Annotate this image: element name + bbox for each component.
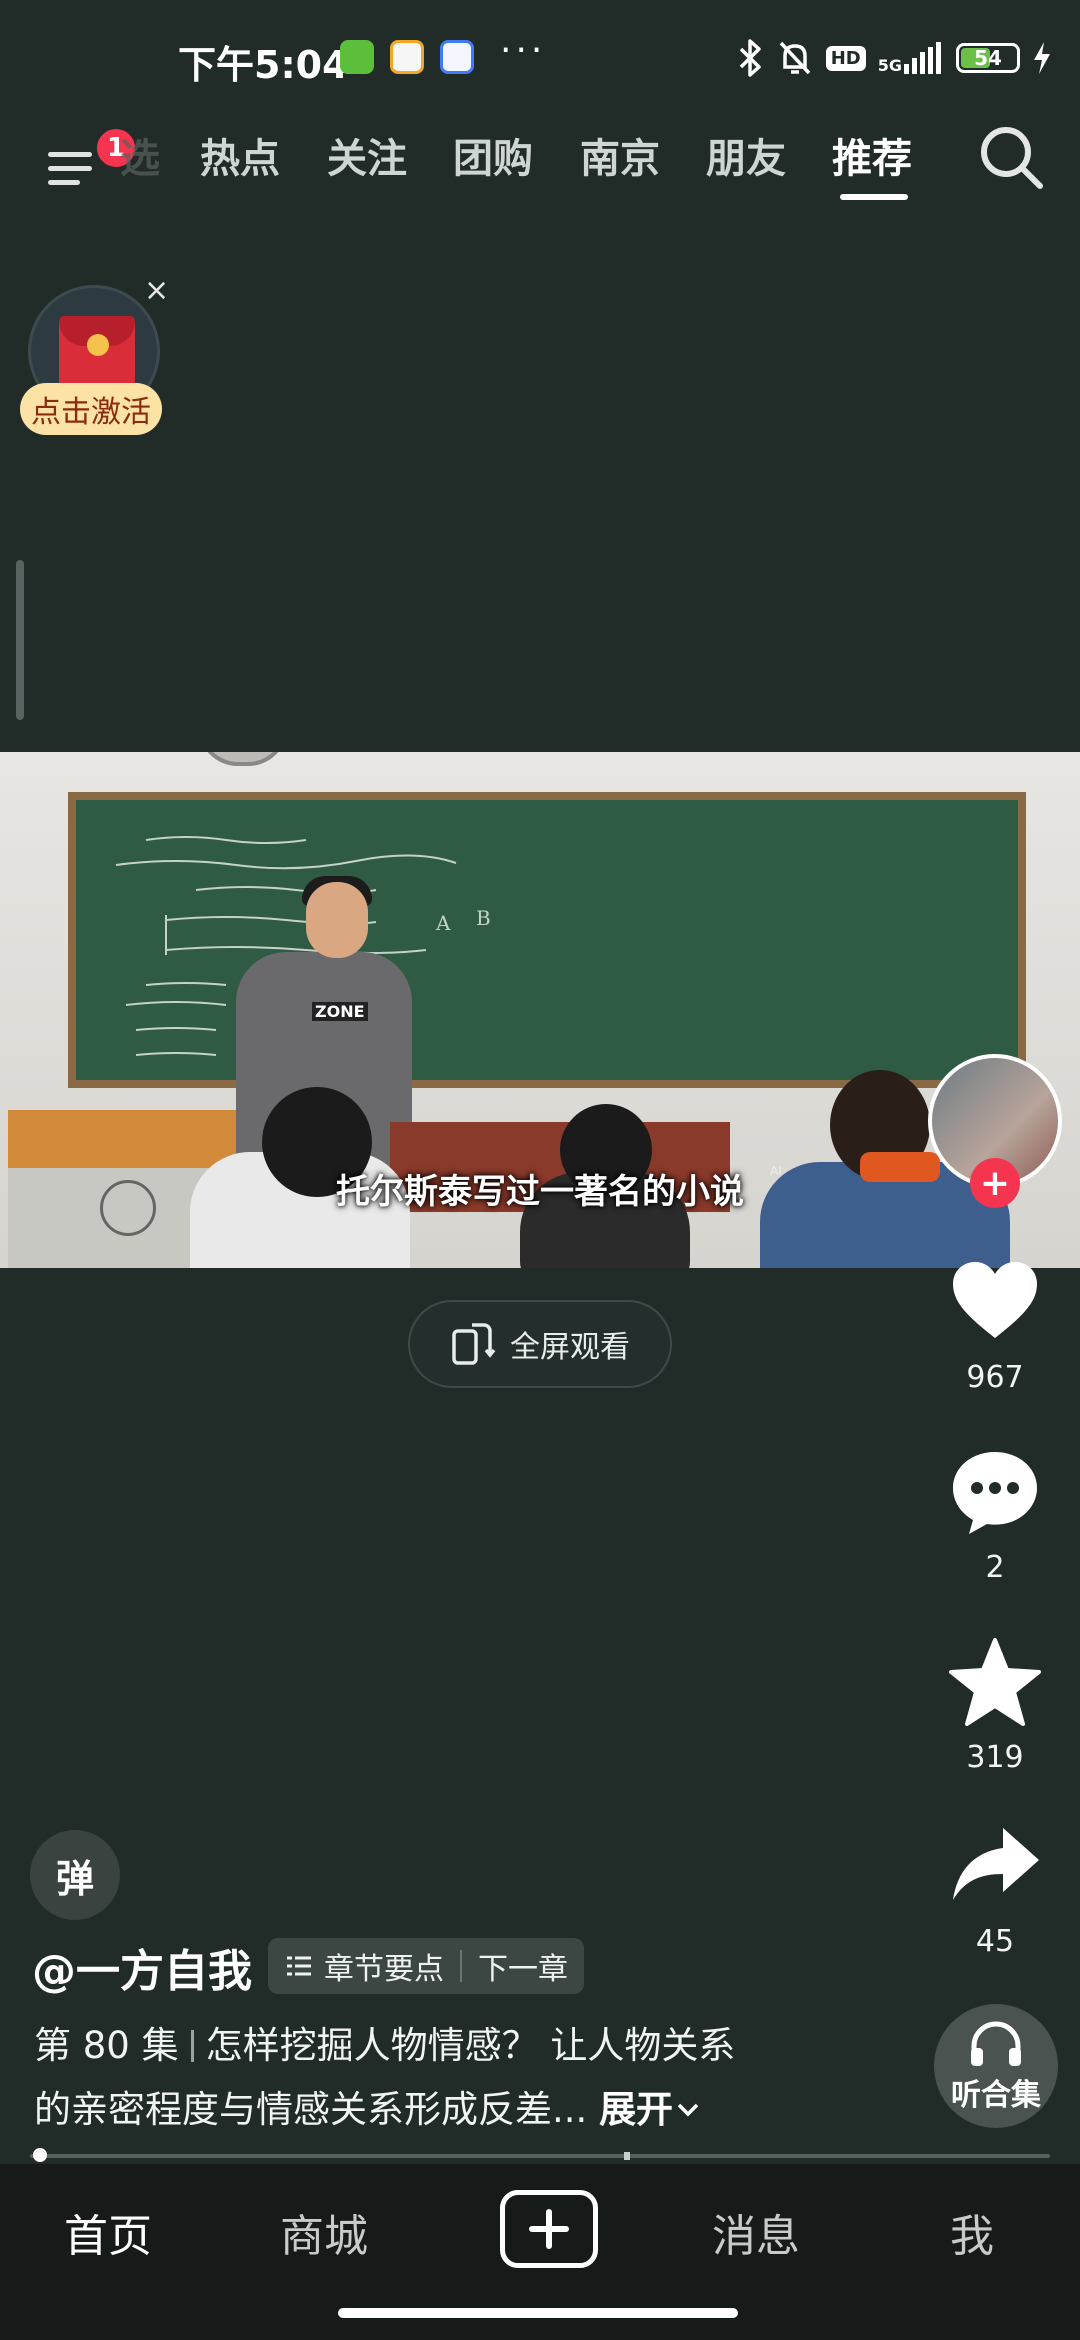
headphones-icon [971,2021,1021,2066]
app-58-icon [390,40,424,74]
chapter-chip: 章节要点 下一章 [268,1938,584,1994]
signal-strength-icon [904,42,941,74]
episode-label: 第 80 集 [34,2024,179,2067]
tab-friends[interactable]: 朋友 [706,126,786,184]
menu-icon-line [48,180,80,185]
favorite-button[interactable]: 319 [940,1634,1050,1775]
tab-mall[interactable]: 商城 [280,2200,368,2264]
chapter-points-button[interactable]: 章节要点 [268,1944,460,1988]
mute-bell-icon [779,41,810,75]
side-scroll-handle[interactable] [16,560,24,720]
share-count: 45 [975,1924,1015,1959]
svg-text:A: A [435,911,451,935]
video-description[interactable]: 第 80 集怎样挖掘人物情感？ 让人物关系 的亲密程度与情感关系形成反差... … [34,2014,854,2142]
author-avatar-wrap[interactable]: + [928,1054,1064,1208]
comment-button[interactable]: 2 [940,1444,1050,1585]
rotate-screen-icon [452,1323,496,1365]
tab-messages[interactable]: 消息 [712,2200,800,2264]
menu-icon-line [48,152,92,157]
tab-recommend[interactable]: 推荐 [832,126,912,184]
search-icon[interactable] [974,120,1050,196]
chapter-points-label: 章节要点 [324,1952,444,1987]
network-type-label: 5G [877,56,902,75]
next-chapter-label: 下一章 [478,1952,568,1987]
like-count: 967 [966,1360,1024,1395]
author-name[interactable]: @一方自我 [32,1935,252,1999]
create-post-button[interactable] [500,2190,598,2268]
red-packet-widget[interactable]: 点击激活 × [20,273,174,450]
shirt-text: ZONE [312,1002,368,1021]
expand-label: 展开 [599,2088,674,2131]
heart-icon [953,1262,1037,1338]
status-bar: 下午5:04 ··· HD 5G 54 [0,0,1080,120]
description-line-1: 怎样挖掘人物情感？ 让人物关系 [205,2024,736,2067]
close-icon[interactable]: × [144,273,169,308]
status-right-group: HD 5G 54 [738,38,1052,78]
video-progress-bar[interactable] [30,2154,1050,2158]
tab-home[interactable]: 首页 [64,2200,152,2264]
plus-icon [529,2209,569,2249]
expand-button[interactable]: 展开 [599,2088,701,2131]
red-packet-activate-label[interactable]: 点击激活 [20,383,162,435]
fullscreen-label: 全屏观看 [510,1330,630,1365]
description-line-2: 的亲密程度与情感关系形成反差... [34,2088,588,2131]
app-notification-icon [340,40,374,74]
home-indicator[interactable] [338,2308,738,2318]
video-feed-screen: 下午5:04 ··· HD 5G 54 1 选 热点 关注 团购 南京 朋友 推… [0,0,1080,2340]
active-tab-indicator [840,194,908,200]
list-icon [287,1956,311,1976]
chevron-down-icon [677,2103,699,2117]
red-envelope-icon [59,316,135,390]
chalkboard: A B [68,792,1026,1088]
progress-thumb[interactable] [33,2148,48,2162]
share-button[interactable]: 45 [940,1818,1050,1959]
teacher-face [306,882,368,958]
comment-icon [953,1452,1037,1534]
side-menu-button[interactable]: 1 [40,126,138,202]
video-player[interactable]: A B ZONE 托尔斯泰写过一著名的小说 AI [0,752,1080,1268]
progress-marker [624,2152,630,2160]
video-subtitle: 托尔斯泰写过一著名的小说 [336,1172,744,1212]
follow-button[interactable]: + [970,1158,1020,1208]
tab-following[interactable]: 关注 [327,126,407,184]
battery-level: 54 [974,46,1002,70]
menu-icon-line [48,166,92,171]
like-button[interactable]: 967 [940,1254,1050,1395]
svg-text:B: B [476,906,491,930]
status-more-icon: ··· [500,30,547,71]
listen-collection-button[interactable]: 听合集 [934,2004,1058,2128]
tab-hot[interactable]: 热点 [200,126,280,184]
share-arrow-icon [953,1828,1039,1900]
star-icon [949,1638,1041,1726]
fullscreen-button[interactable]: 全屏观看 [408,1300,672,1388]
bluetooth-icon [739,39,761,77]
tab-group-buy[interactable]: 团购 [453,126,533,184]
tab-me[interactable]: 我 [950,2200,994,2264]
comment-count: 2 [985,1550,1005,1585]
danmu-toggle-button[interactable]: 弹 [30,1830,120,1920]
top-navigation: 1 选 热点 关注 团购 南京 朋友 推荐 [0,110,1080,220]
hd-voice-badge: HD [825,45,866,71]
description-divider [190,2030,194,2062]
ai-subtitle-tag: AI [770,1164,782,1178]
tab-partial[interactable]: 选 [120,126,160,184]
status-time: 下午5:04 [178,43,349,87]
envelope-coin [87,334,109,356]
app-cloud-icon [440,40,474,74]
listen-collection-label: 听合集 [951,2078,1041,2113]
battery-indicator: 54 [956,43,1020,73]
favorite-count: 319 [966,1740,1024,1775]
lectern-top [8,1110,243,1168]
charging-icon [1034,42,1050,74]
signal-group: 5G [878,42,944,74]
next-chapter-button[interactable]: 下一章 [462,1944,584,1988]
tab-nanjing[interactable]: 南京 [580,126,660,184]
